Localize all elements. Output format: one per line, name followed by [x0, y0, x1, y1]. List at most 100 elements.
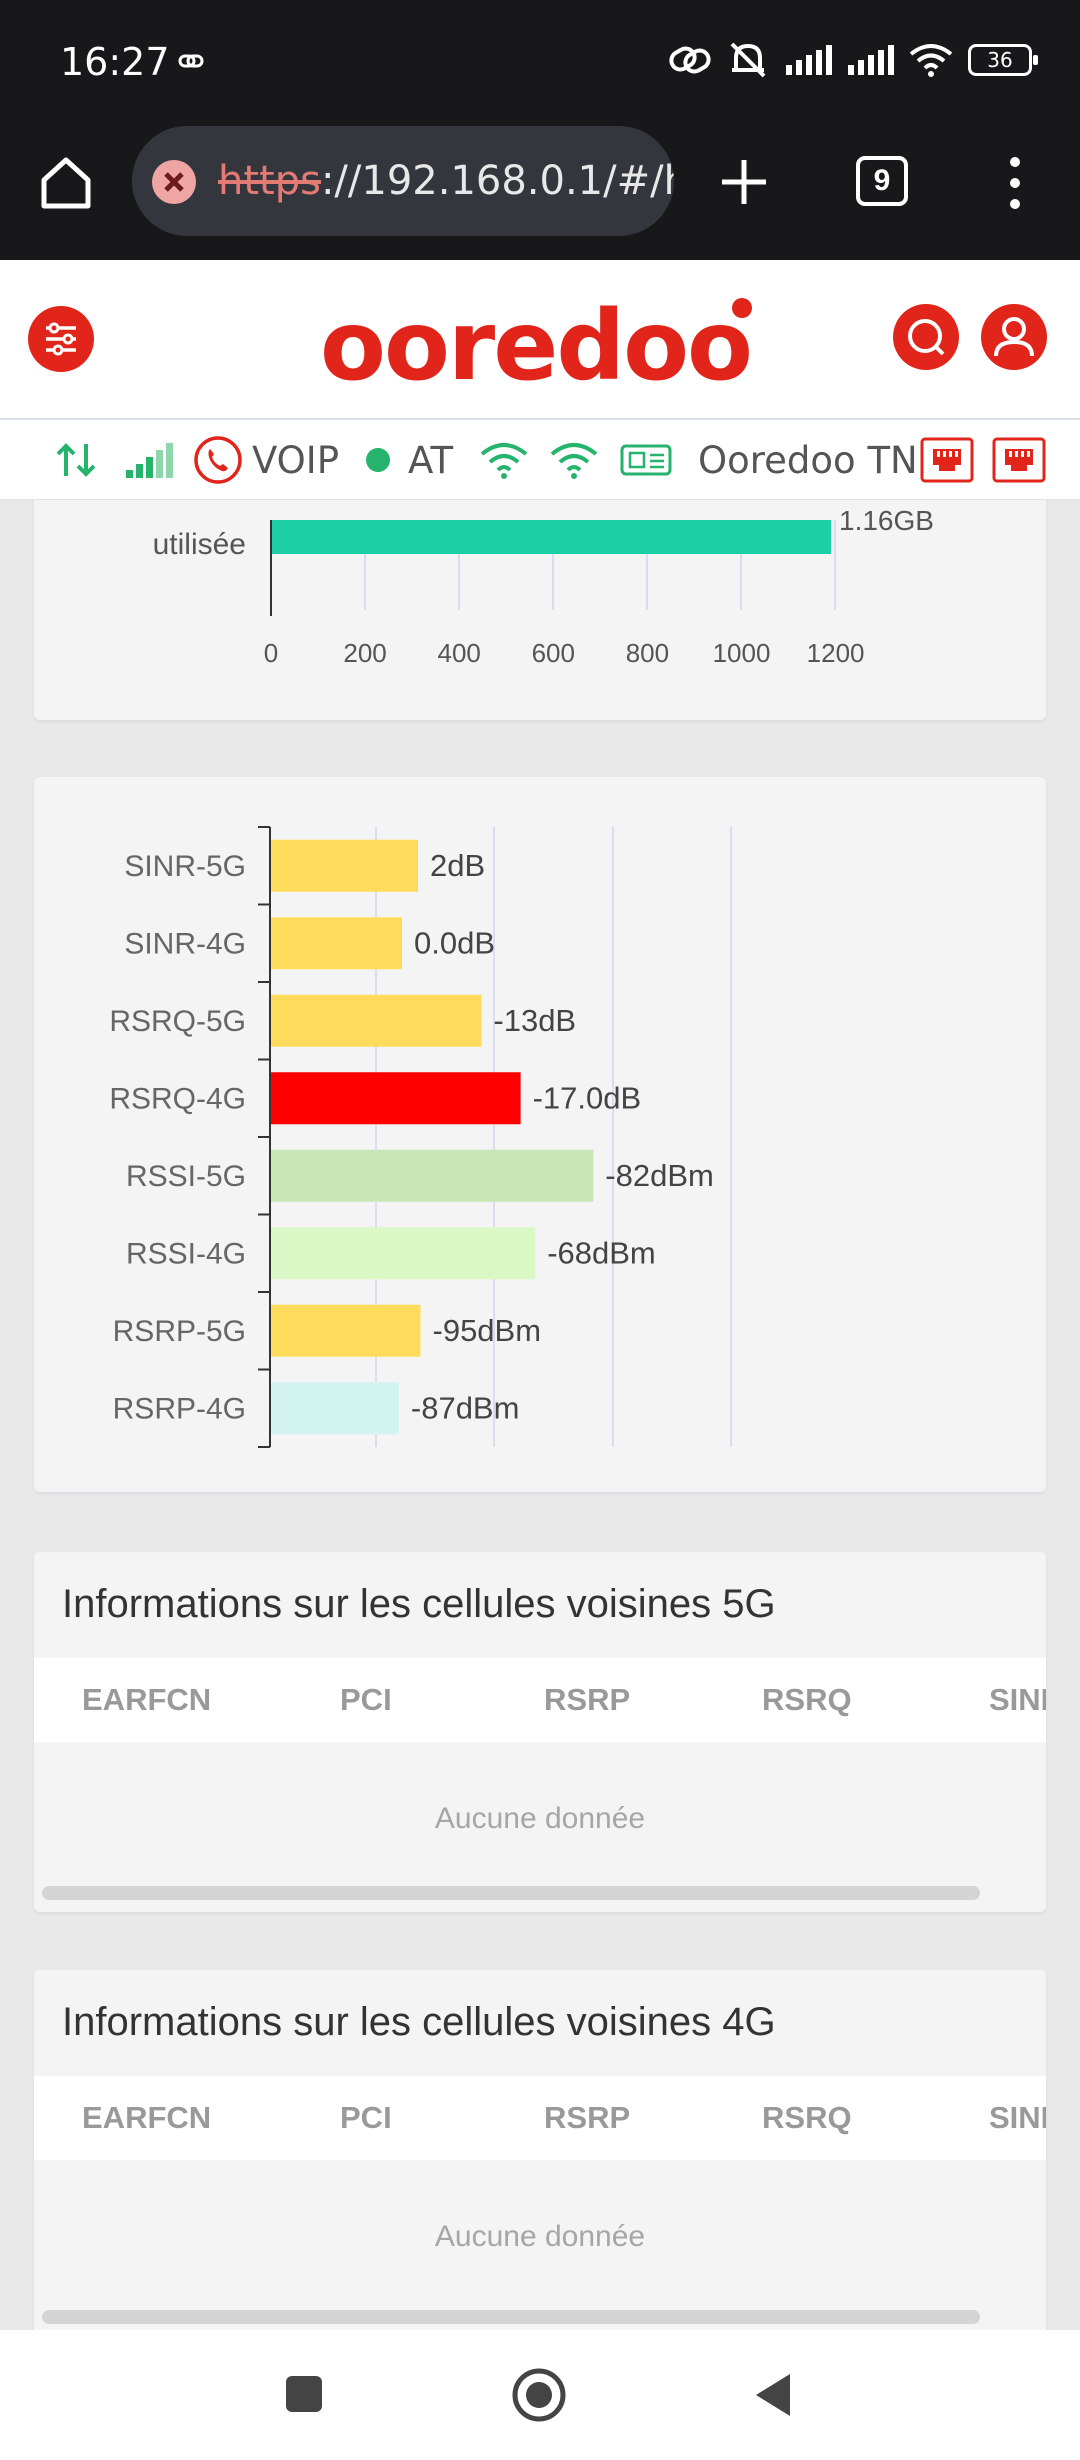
data-usage-card: 1.16GB utilisée 0 200 400 600 800 1000 1200 [34, 500, 1046, 720]
usage-bar [271, 520, 831, 554]
value-label: -17.0dB [533, 1080, 642, 1115]
column-earfcn[interactable]: EARFCN [82, 2100, 211, 2136]
category-label: RSRQ-4G [109, 1082, 246, 1115]
bar-rsrq-5g [271, 994, 482, 1047]
value-label: -13dB [493, 1003, 576, 1038]
url-text[interactable]: https://192.168.0.1/#/ho [218, 158, 674, 204]
home-icon[interactable] [36, 152, 96, 212]
category-label: RSRP-5G [113, 1315, 246, 1348]
at-status-dot [366, 448, 390, 472]
usage-ticks: 0 200 400 600 800 1000 1200 [264, 638, 865, 668]
value-label: 2dB [430, 848, 485, 883]
muted-bell-icon [730, 42, 766, 78]
column-rsrp[interactable]: RSRP [544, 1682, 630, 1718]
usage-tick-label: 400 [438, 638, 481, 668]
address-bar[interactable]: https://192.168.0.1/#/ho [132, 126, 674, 236]
status-indicators: VOIP AT Ooredoo TN [0, 420, 1080, 500]
system-nav-bar [0, 2330, 1080, 2460]
tab-switcher-button[interactable]: 9 [856, 156, 908, 206]
usage-tick-label: 200 [343, 638, 386, 668]
category-label: SINR-5G [124, 850, 246, 883]
settings-sliders-icon[interactable] [28, 306, 94, 372]
clock: 16:27 [60, 40, 170, 84]
phone-icon [194, 436, 242, 484]
search-icon[interactable] [893, 304, 959, 370]
column-earfcn[interactable]: EARFCN [82, 1682, 211, 1718]
bar-rsrp-5g [271, 1304, 421, 1357]
column-rsrq[interactable]: RSRQ [762, 1682, 852, 1718]
category-label: RSRP-4G [113, 1392, 246, 1425]
bar-rsrp-4g [271, 1382, 399, 1435]
usage-tick-label: 800 [626, 638, 669, 668]
bar-rsrq-4g [271, 1072, 521, 1125]
neighbor-cells-5g-card: Informations sur les cellules voisines 5… [34, 1552, 1046, 1912]
value-label: -95dBm [433, 1313, 542, 1348]
value-label: -87dBm [411, 1390, 520, 1425]
link-icon [178, 54, 204, 68]
voip-indicator: VOIP [192, 420, 339, 500]
neighbor-cells-4g-title: Informations sur les cellules voisines 4… [62, 2000, 776, 2044]
status-bar: 16:27 36 [0, 0, 1080, 122]
empty-state: Aucune donnée [434, 2220, 646, 2253]
usage-tick-label: 0 [264, 638, 278, 668]
signal-sim2-icon [848, 45, 894, 75]
value-label: 0.0dB [414, 925, 495, 960]
empty-state: Aucune donnée [434, 1802, 646, 1835]
column-pci[interactable]: PCI [340, 1682, 392, 1718]
wifi-24ghz-icon [478, 420, 530, 500]
home-nav-icon[interactable] [510, 2366, 568, 2424]
ethernet-port-1-icon [920, 420, 974, 500]
wifi-5ghz-icon [548, 420, 600, 500]
app-header: ooredoo [0, 260, 1080, 420]
user-account-icon[interactable] [981, 304, 1047, 370]
wifi-status-icon [909, 44, 953, 77]
neighbor-cells-4g-card: Informations sur les cellules voisines 4… [34, 1970, 1046, 2330]
bar-sinr-4g [271, 917, 402, 970]
sim-card-icon [620, 420, 672, 500]
signal-grid [375, 827, 732, 1447]
signal-sim1-icon [786, 45, 832, 75]
neighbor-cells-4g-header: EARFCN PCI RSRP RSRQ SINR [34, 2076, 1046, 2160]
column-sinr[interactable]: SINR [989, 1682, 1046, 1718]
column-pci[interactable]: PCI [340, 2100, 392, 2136]
browser-toolbar: https://192.168.0.1/#/ho 9 [0, 122, 1080, 260]
category-label: RSSI-5G [126, 1160, 246, 1193]
usage-tick-label: 1200 [807, 638, 865, 668]
back-icon[interactable] [750, 2370, 796, 2420]
ethernet-port-2-icon [992, 420, 1046, 500]
category-label: RSRQ-5G [109, 1005, 246, 1038]
bar-rssi-5g [271, 1149, 594, 1202]
signal-category-labels: SINR-5G SINR-4G RSRQ-5G RSRQ-4G RSSI-5G RSSI-… [109, 850, 246, 1426]
bar-sinr-5g [271, 839, 418, 892]
column-sinr[interactable]: SINR [989, 2100, 1046, 2136]
signal-metrics-chart: SINR-5G SINR-4G RSRQ-5G RSRQ-4G RSSI-5G RSSI-… [109, 826, 732, 1448]
usage-category-label: utilisée [153, 528, 246, 561]
signal-axis [258, 826, 271, 1448]
operator-name: Ooredoo TN [698, 438, 918, 482]
overflow-menu-icon[interactable] [1000, 156, 1030, 210]
new-tab-icon[interactable] [714, 152, 774, 212]
not-secure-icon[interactable] [152, 160, 196, 204]
neighbor-cells-5g-title: Informations sur les cellules voisines 5… [62, 1582, 776, 1626]
signal-strength-icon [124, 420, 176, 500]
column-rsrp[interactable]: RSRP [544, 2100, 630, 2136]
data-usage-chart: 1.16GB utilisée 0 200 400 600 800 1000 1200 [153, 505, 934, 668]
at-indicator: AT [366, 420, 453, 500]
horizontal-scrollbar[interactable] [42, 1886, 980, 1900]
data-transfer-icon [54, 420, 98, 500]
horizontal-scrollbar[interactable] [42, 2310, 980, 2324]
bar-rssi-4g [271, 1227, 536, 1280]
category-label: SINR-4G [124, 927, 246, 960]
page-content[interactable]: 1.16GB utilisée 0 200 400 600 800 1000 1200 SI… [0, 500, 1080, 2330]
ooredoo-logo: ooredoo [320, 290, 753, 402]
hotspot-link-icon [669, 46, 711, 74]
value-label: -68dBm [547, 1235, 656, 1270]
category-label: RSSI-4G [126, 1237, 246, 1270]
column-rsrq[interactable]: RSRQ [762, 2100, 852, 2136]
signal-value-labels: 2dB 0.0dB -13dB -17.0dB -82dBm -68dBm -95dBm -8… [411, 848, 714, 1426]
neighbor-cells-5g-header: EARFCN PCI RSRP RSRQ SINR [34, 1658, 1046, 1742]
recents-icon[interactable] [282, 2372, 326, 2416]
usage-value-label: 1.16GB [839, 505, 934, 536]
usage-tick-label: 1000 [713, 638, 771, 668]
battery-indicator: 36 [968, 44, 1038, 76]
